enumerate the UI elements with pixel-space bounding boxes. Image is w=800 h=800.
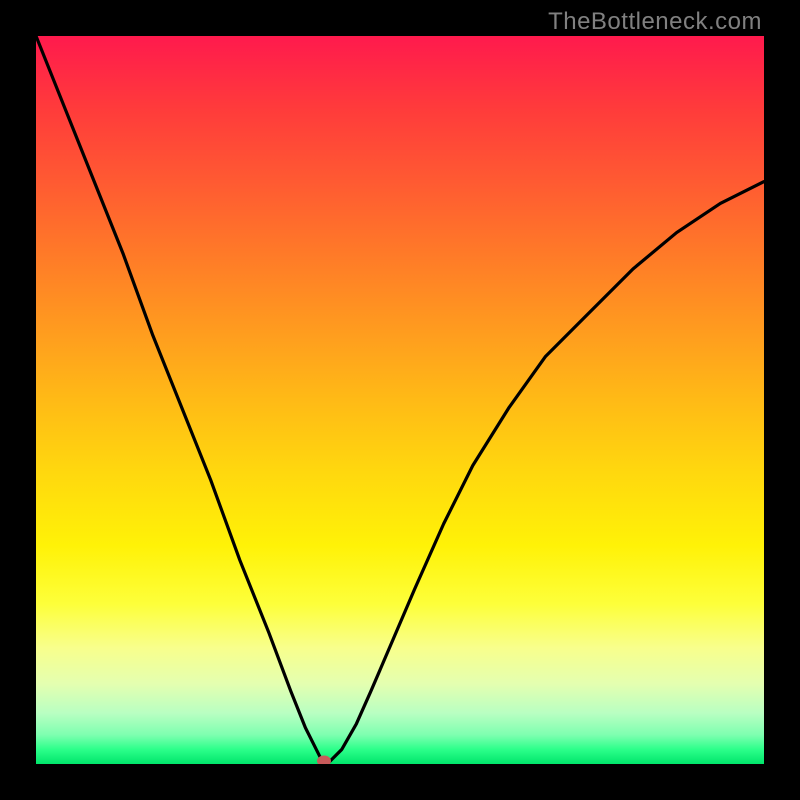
minimum-marker xyxy=(317,756,331,765)
watermark-text: TheBottleneck.com xyxy=(548,8,762,36)
bottleneck-curve xyxy=(36,36,764,764)
curve-layer xyxy=(36,36,764,764)
chart-frame: TheBottleneck.com xyxy=(0,0,800,800)
plot-area xyxy=(36,36,764,764)
